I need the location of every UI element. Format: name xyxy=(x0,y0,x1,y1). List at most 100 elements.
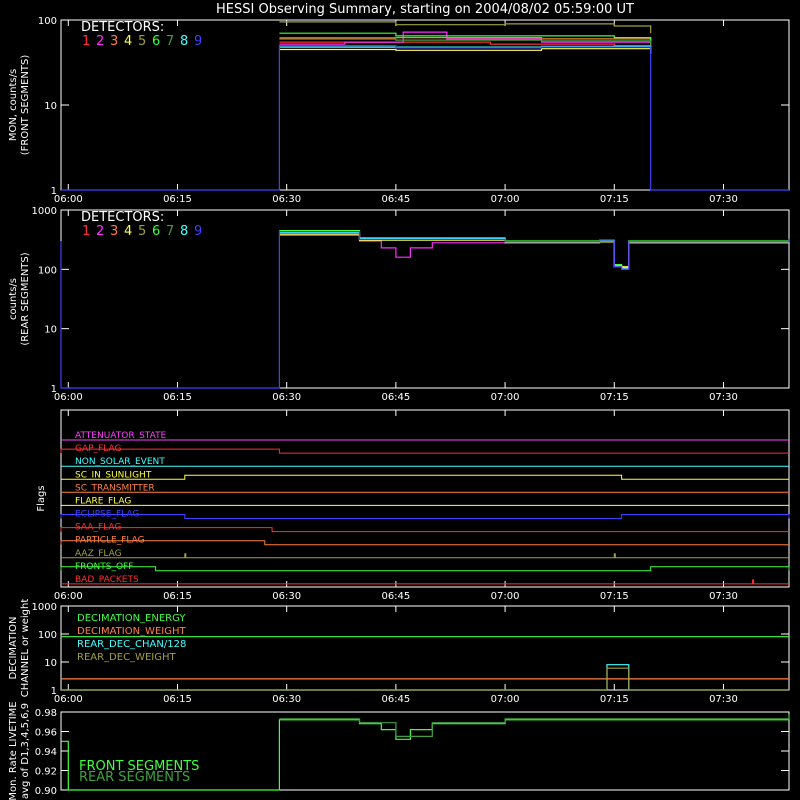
series-line xyxy=(279,714,790,738)
x-tick-label: 06:30 xyxy=(272,392,301,403)
series-line xyxy=(279,233,790,270)
legend-detector-number: 9 xyxy=(194,224,202,239)
legend-entry: REAR_DEC_WEIGHT xyxy=(77,652,176,663)
series-line xyxy=(61,44,789,191)
flag-label: GAP_FLAG xyxy=(75,444,121,454)
flag-label: FLARE_FLAG xyxy=(75,496,131,506)
legend-detector-number: 2 xyxy=(96,34,104,49)
flag-line xyxy=(61,553,789,559)
series-line xyxy=(61,664,789,691)
y-tick-label: 10 xyxy=(44,101,57,112)
legend-detector-number: 6 xyxy=(152,224,160,239)
series-line xyxy=(60,231,790,389)
series-line xyxy=(279,234,790,268)
panel-front: 06:00 06:15 06:30 06:45 07:00 07:15 07:30 1 10 10… xyxy=(8,16,790,205)
x-tick-label: 06:15 xyxy=(163,591,192,602)
y-tick-label: 1000 xyxy=(32,602,57,613)
x-tick-label: 07:15 xyxy=(600,392,629,403)
x-tick-label: 06:00 xyxy=(54,194,83,205)
y-tick-label: 1 xyxy=(51,686,57,697)
y-axis-label: Mon. Rate LIVETIME xyxy=(8,701,19,800)
legend-detector-number: 3 xyxy=(110,34,118,49)
y-tick-label: 100 xyxy=(38,630,57,641)
x-tick-label: 06:45 xyxy=(381,194,410,205)
x-tick-label: 06:30 xyxy=(272,694,301,705)
x-tick-label: 07:30 xyxy=(709,591,738,602)
y-tick-label: 10 xyxy=(44,325,57,336)
panel-flags: 06:00 06:15 06:30 06:45 07:00 07:15 07:30 Flags… xyxy=(36,409,790,602)
flag-line xyxy=(60,540,789,546)
y-tick-label: 100 xyxy=(38,265,57,276)
x-tick-label: 07:15 xyxy=(600,694,629,705)
legend-detector-number: 9 xyxy=(194,34,202,49)
x-tick-label: 07:30 xyxy=(709,694,738,705)
flag-line xyxy=(60,566,790,572)
legend-entry: REAR SEGMENTS xyxy=(79,770,190,785)
legend-entry: REAR_DEC_CHAN/128 xyxy=(77,639,186,650)
x-tick-label: 06:00 xyxy=(54,392,83,403)
series-line xyxy=(279,21,652,34)
y-axis-label: avg of D1,3,4,5,6,9 xyxy=(20,703,31,799)
y-axis-label: DECIMATION xyxy=(8,616,19,679)
y-axis-label: counts/s xyxy=(8,278,19,320)
flag-label: BAD_PACKETS xyxy=(75,575,139,585)
x-tick-label: 06:45 xyxy=(381,591,410,602)
flag-label: PARTICLE_FLAG xyxy=(75,536,145,546)
hessi-summary-figure: HESSI Observing Summary, starting on 200… xyxy=(8,2,790,800)
y-axis-label: MON, counts/s xyxy=(8,69,19,141)
x-tick-label: 07:00 xyxy=(491,392,520,403)
legend-detector-number: 2 xyxy=(96,224,104,239)
panel-livetime: 0.90 0.92 0.94 0.96 0.98 Mon. Rate LIVETIME av… xyxy=(8,701,790,800)
y-tick-label: 0.92 xyxy=(35,767,57,778)
x-tick-label: 07:15 xyxy=(600,591,629,602)
x-tick-label: 06:15 xyxy=(163,694,192,705)
legend-title: DETECTORS: xyxy=(81,20,164,35)
x-tick-label: 07:30 xyxy=(709,194,738,205)
legend-entry: DECIMATION_ENERGY xyxy=(77,613,186,624)
flag-label: SC_TRANSMITTER xyxy=(75,483,155,493)
legend-detector-number: 7 xyxy=(166,34,174,49)
legend-detector-number: 5 xyxy=(138,224,146,239)
y-tick-label: 1 xyxy=(51,384,57,395)
flag-label: FRONTS_OFF xyxy=(75,562,133,572)
flag-label: ATTENUATOR_STATE xyxy=(75,431,167,441)
y-tick-label: 10 xyxy=(44,658,57,669)
legend-detector-number: 4 xyxy=(124,224,132,239)
x-tick-label: 06:30 xyxy=(272,591,301,602)
legend-detector-number: 1 xyxy=(82,34,90,49)
panel-rear: 06:00 06:15 06:30 06:45 07:00 07:15 07:30 1 10 10… xyxy=(8,206,790,403)
legend-detector-number: 5 xyxy=(138,34,146,49)
x-tick-label: 07:00 xyxy=(491,694,520,705)
figure-title: HESSI Observing Summary, starting on 200… xyxy=(216,2,634,17)
y-axis-label: (REAR SEGMENTS) xyxy=(20,252,31,345)
flag-line xyxy=(60,527,789,533)
flag-label: SAA_FLAG xyxy=(75,523,121,533)
flag-line xyxy=(61,474,789,480)
y-axis-label: CHANNEL or weight xyxy=(20,599,31,698)
y-tick-label: 0.90 xyxy=(35,786,57,797)
y-tick-label: 0.94 xyxy=(35,747,57,758)
legend-detector-number: 3 xyxy=(110,224,118,239)
flag-line xyxy=(60,514,790,519)
legend-entry: DECIMATION_WEIGHT xyxy=(77,626,186,637)
x-tick-label: 07:30 xyxy=(709,392,738,403)
y-tick-label: 0.98 xyxy=(35,708,57,719)
y-tick-label: 0.96 xyxy=(35,728,57,739)
flag-label: NON_SOLAR_EVENT xyxy=(75,457,165,467)
x-tick-label: 06:45 xyxy=(381,392,410,403)
panel-decimation: 06:00 06:15 06:30 06:45 07:00 07:15 07:30 1 10 10… xyxy=(8,599,790,705)
x-tick-label: 07:00 xyxy=(491,194,520,205)
legend-detector-number: 4 xyxy=(124,34,132,49)
y-tick-label: 100 xyxy=(38,16,57,27)
x-tick-label: 07:00 xyxy=(491,591,520,602)
flag-line xyxy=(61,579,789,585)
x-tick-label: 06:15 xyxy=(163,194,192,205)
x-tick-label: 06:00 xyxy=(54,591,83,602)
x-tick-label: 06:00 xyxy=(54,694,83,705)
y-axis-label: Flags xyxy=(36,485,47,511)
legend-detector-number: 1 xyxy=(82,224,90,239)
series-line xyxy=(279,231,790,269)
legend-title: DETECTORS: xyxy=(81,210,164,225)
panels: 06:00 06:15 06:30 06:45 07:00 07:15 07:3011010… xyxy=(8,16,790,800)
legend-detector-number: 8 xyxy=(180,224,188,239)
